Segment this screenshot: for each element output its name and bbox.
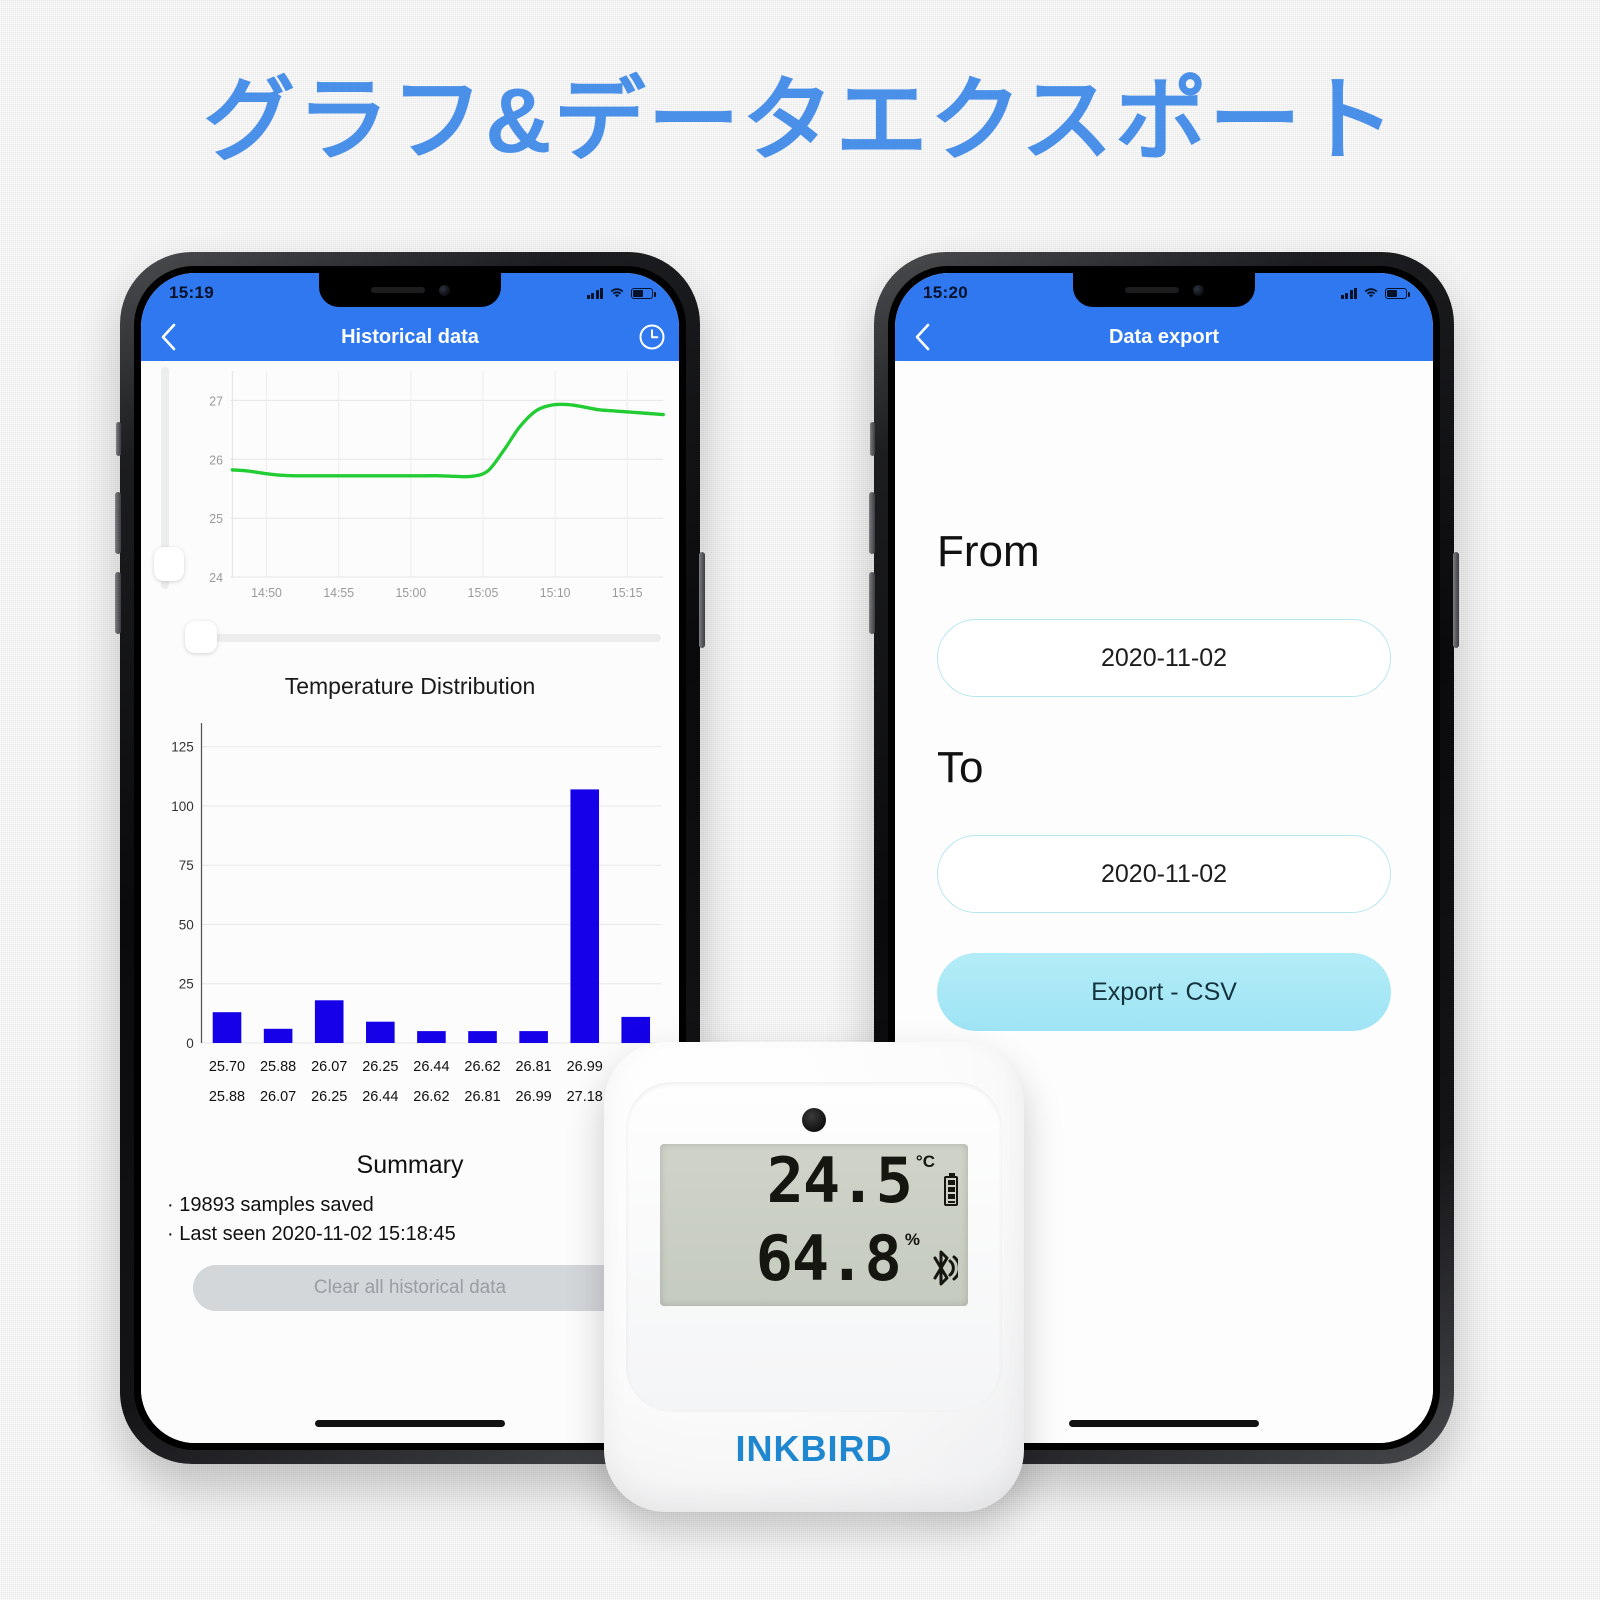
earpiece-speaker — [370, 287, 425, 293]
temperature-distribution-chart: 0 25 50 75 100 125 25.70 25.88 25.88 26.07 26.07 2… — [159, 717, 671, 1117]
nav-bar: Historical data — [141, 313, 679, 361]
svg-text:26.25: 26.25 — [362, 1059, 398, 1075]
to-label: To — [937, 743, 984, 792]
svg-text:15:05: 15:05 — [468, 586, 499, 600]
clock-icon[interactable] — [625, 322, 679, 352]
lcd-humidity-value: 64.8 — [755, 1222, 902, 1295]
nav-title: Historical data — [341, 325, 479, 348]
time-range-slider[interactable] — [185, 621, 661, 653]
temperature-line-chart: 24 25 26 27 14:50 14:55 15:00 15:05 15:10 15:15 — [187, 367, 669, 613]
volume-down-button[interactable] — [115, 572, 121, 634]
svg-text:15:15: 15:15 — [612, 586, 643, 600]
svg-text:0: 0 — [186, 1036, 194, 1051]
svg-text:100: 100 — [171, 799, 194, 814]
svg-text:15:00: 15:00 — [395, 586, 426, 600]
screen-historical-data: 15:19 Historical data 24 25 26 27 14:50 … — [141, 273, 679, 1443]
svg-text:26.07: 26.07 — [311, 1059, 347, 1075]
svg-text:26.44: 26.44 — [413, 1059, 449, 1075]
time-range-slider-track — [189, 634, 661, 642]
volume-up-button[interactable] — [115, 492, 121, 554]
svg-text:26.99: 26.99 — [516, 1089, 552, 1105]
notch-right — [1073, 273, 1255, 307]
svg-text:24: 24 — [209, 571, 223, 585]
notch — [319, 273, 501, 307]
svg-text:26.81: 26.81 — [464, 1089, 500, 1105]
bluetooth-icon — [928, 1248, 958, 1288]
device-lcd-display: 24.5 °C 64.8 % — [660, 1144, 968, 1306]
svg-text:26.62: 26.62 — [464, 1059, 500, 1075]
from-date-field[interactable]: 2020-11-02 — [937, 619, 1391, 697]
wifi-icon — [609, 287, 625, 299]
sensor-hole-icon — [802, 1108, 826, 1132]
svg-text:25: 25 — [209, 512, 223, 526]
page-title: グラフ&データエクスポート — [203, 70, 1397, 172]
svg-text:26.25: 26.25 — [311, 1089, 347, 1105]
device-face: 24.5 °C 64.8 % — [626, 1082, 1002, 1412]
status-time-right: 15:20 — [923, 283, 968, 302]
svg-text:26.99: 26.99 — [567, 1059, 603, 1075]
lcd-humidity-unit: % — [904, 1230, 920, 1249]
battery-full-icon — [944, 1173, 958, 1206]
lcd-temperature-row: 24.5 °C — [767, 1150, 958, 1212]
inkbird-logo: INKBIRD — [735, 1428, 893, 1469]
svg-text:27.18: 27.18 — [567, 1089, 603, 1105]
status-time: 15:19 — [169, 283, 214, 302]
from-label: From — [937, 527, 1040, 576]
summary-samples: · 19893 samples saved — [167, 1194, 374, 1216]
home-indicator-right[interactable] — [1069, 1420, 1259, 1427]
wifi-icon-right — [1363, 287, 1379, 299]
front-camera-icon — [438, 284, 450, 296]
svg-text:50: 50 — [179, 917, 194, 932]
clear-history-button[interactable]: Clear all historical data — [193, 1265, 627, 1311]
svg-text:14:50: 14:50 — [251, 586, 282, 600]
svg-text:26.44: 26.44 — [362, 1089, 398, 1105]
nav-bar-right: Data export — [895, 313, 1433, 361]
lcd-temperature-unit: °C — [915, 1152, 935, 1171]
to-date-field[interactable]: 2020-11-02 — [937, 835, 1391, 913]
battery-icon — [631, 287, 656, 299]
time-range-slider-thumb[interactable] — [185, 621, 217, 653]
y-range-slider-thumb[interactable] — [154, 547, 184, 581]
y-range-slider[interactable] — [154, 367, 184, 589]
power-button-right[interactable] — [1453, 552, 1459, 648]
power-button[interactable] — [699, 552, 705, 648]
svg-text:26.62: 26.62 — [413, 1089, 449, 1105]
battery-icon-right — [1385, 287, 1410, 299]
svg-text:15:10: 15:10 — [540, 586, 571, 600]
summary-title: Summary — [356, 1151, 464, 1179]
distribution-chart-title: Temperature Distribution — [284, 673, 536, 699]
historical-data-content: 24 25 26 27 14:50 14:55 15:00 15:05 15:10 15:15 … — [141, 361, 679, 1443]
lcd-humidity-row: 64.8 % — [756, 1228, 958, 1290]
svg-text:25: 25 — [179, 977, 194, 992]
earpiece-speaker-right — [1124, 287, 1179, 293]
silent-switch[interactable] — [116, 422, 121, 456]
export-csv-button[interactable]: Export - CSV — [937, 953, 1391, 1031]
back-button-right[interactable] — [895, 322, 949, 352]
inkbird-sensor-device: 24.5 °C 64.8 % INKBIRD — [604, 1042, 1024, 1512]
svg-text:25.88: 25.88 — [209, 1089, 245, 1105]
summary-lines: · 19893 samples saved · Last seen 2020-1… — [167, 1191, 456, 1249]
volume-up-button-right[interactable] — [869, 492, 875, 554]
cellular-bars-icon — [586, 287, 603, 299]
nav-title-right: Data export — [1108, 325, 1220, 348]
volume-down-button-right[interactable] — [869, 572, 875, 634]
svg-text:26.07: 26.07 — [260, 1089, 296, 1105]
svg-text:25.88: 25.88 — [260, 1059, 296, 1075]
home-indicator[interactable] — [315, 1420, 505, 1427]
front-camera-icon-right — [1192, 284, 1204, 296]
summary-last-seen: · Last seen 2020-11-02 15:18:45 — [167, 1223, 456, 1245]
lcd-temperature-value: 24.5 — [766, 1144, 913, 1217]
svg-text:75: 75 — [179, 858, 194, 873]
svg-text:26: 26 — [209, 453, 223, 467]
svg-text:27: 27 — [209, 394, 223, 408]
back-button[interactable] — [141, 322, 195, 352]
svg-text:125: 125 — [171, 739, 194, 754]
silent-switch-right[interactable] — [870, 422, 875, 456]
svg-text:26.81: 26.81 — [516, 1059, 552, 1075]
svg-text:14:55: 14:55 — [323, 586, 354, 600]
svg-text:25.70: 25.70 — [209, 1059, 245, 1075]
cellular-bars-icon-right — [1340, 287, 1357, 299]
